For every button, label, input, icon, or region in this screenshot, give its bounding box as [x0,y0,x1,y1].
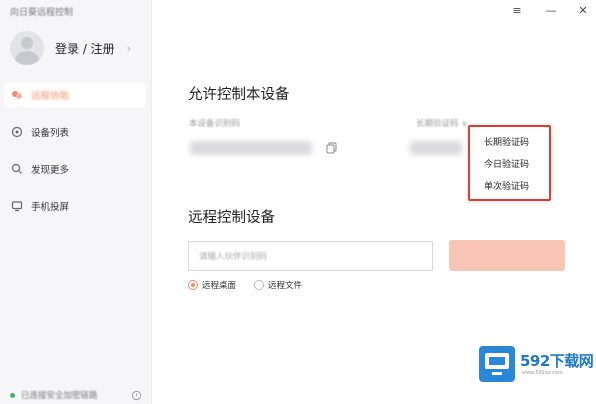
status-dot [10,392,15,398]
sidebar-nav: 远程协助 设备列表 发现更多 手机投屏 [4,83,146,231]
sidebar-item-label: 设备列表 [31,128,70,139]
mode-remote-file[interactable]: 远程文件 [254,279,302,291]
sidebar-item-remote-assist[interactable]: 远程协助 [4,83,146,107]
copy-icon[interactable] [326,142,337,154]
sidebar-item-screen-cast[interactable]: 手机投屏 [4,194,146,218]
watermark-logo [479,346,515,382]
discover-icon [11,163,23,175]
connect-button[interactable] [449,240,565,271]
verify-type-select[interactable]: 长期验证码 ∨ [416,117,467,129]
mode-label: 远程桌面 [202,281,237,291]
mode-remote-desktop[interactable]: 远程桌面 [188,279,236,291]
chevron-right-icon: › [126,41,132,55]
app-title: 向日葵远程控制 [10,8,74,18]
allow-control-title: 允许控制本设备 [188,87,290,103]
screen-cast-icon [11,200,23,212]
device-code-label: 本设备识别码 [189,119,241,129]
clock-icon[interactable] [131,390,142,401]
partner-code-placeholder: 请输入伙伴识别码 [199,252,268,262]
sidebar-item-label: 发现更多 [31,165,70,176]
verify-code-value [410,141,462,155]
connection-status: 已连接安全加密链路 [10,389,142,401]
main-panel: 允许控制本设备 本设备识别码 长期验证码 ∨ 长期验证码 今日验证码 单次验证码… [152,0,596,404]
watermark-brand: 592下载网 [520,352,594,370]
dropdown-option-single[interactable]: 单次验证码 [470,174,549,196]
remote-assist-icon [11,89,23,101]
radio-selected[interactable] [188,280,198,290]
connect-mode: 远程桌面 远程文件 [188,279,320,291]
dropdown-option-today[interactable]: 今日验证码 [470,152,549,174]
sidebar-item-discover[interactable]: 发现更多 [4,157,146,181]
status-label: 已连接安全加密链路 [21,391,98,401]
sidebar-item-label: 手机投屏 [31,202,70,213]
profile-login[interactable]: 登录 / 注册 › [10,30,146,66]
verify-type-dropdown: 长期验证码 今日验证码 单次验证码 [468,125,551,201]
partner-code-input[interactable]: 请输入伙伴识别码 [188,241,433,271]
sidebar-item-device-list[interactable]: 设备列表 [4,120,146,144]
radio-unselected[interactable] [254,280,265,290]
sidebar-item-label: 远程协助 [31,91,70,102]
device-list-icon [11,126,23,138]
login-register-link[interactable]: 登录 / 注册 [55,40,115,57]
device-code-value [190,141,312,155]
sidebar: 向日葵远程控制 登录 / 注册 › 远程协助 设备列表 发现更多 手机投屏 已连… [0,0,152,404]
dropdown-option-long-term[interactable]: 长期验证码 [470,130,549,152]
avatar[interactable] [10,31,44,65]
mode-label: 远程文件 [268,281,303,291]
remote-control-title: 远程控制设备 [188,210,275,226]
watermark-url: www.592xz.com [522,370,563,376]
